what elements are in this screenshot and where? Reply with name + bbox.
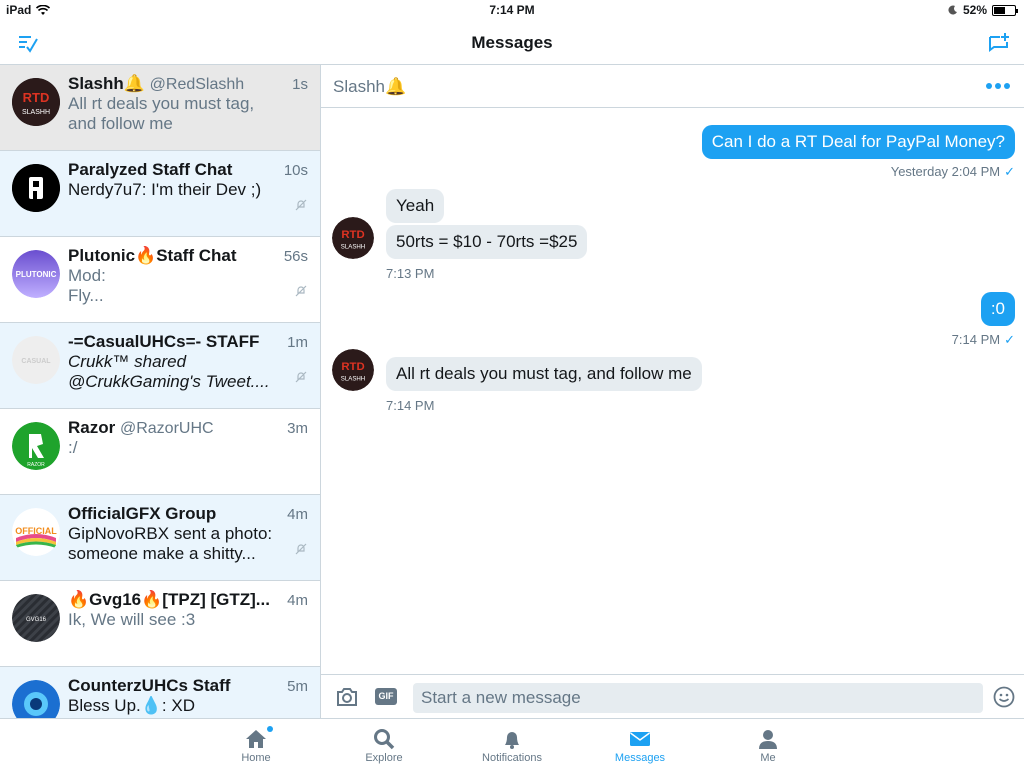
conversation-time: 4m xyxy=(287,506,308,523)
message-input[interactable] xyxy=(413,683,983,713)
conversation-name: Paralyzed Staff Chat xyxy=(68,160,233,179)
incoming-message[interactable]: Yeah xyxy=(386,189,445,223)
tab-bar: Home Explore Notifications Messages Me xyxy=(0,718,1024,768)
conversation-time: 56s xyxy=(283,248,308,265)
read-check-icon: ✓ xyxy=(1004,332,1015,347)
tab-me[interactable]: Me xyxy=(723,719,813,769)
conversation-time: 3m xyxy=(287,420,308,437)
avatar: CASUAL xyxy=(12,336,60,384)
conversation-name: CounterzUHCs Staff xyxy=(68,676,231,695)
new-message-icon[interactable] xyxy=(986,30,1012,56)
muted-icon xyxy=(295,371,307,383)
svg-text:OFFICIAL: OFFICIAL xyxy=(15,526,57,536)
bell-icon xyxy=(505,732,519,749)
svg-text:GVG16: GVG16 xyxy=(26,617,47,623)
avatar: OFFICIAL xyxy=(12,508,60,556)
muted-icon xyxy=(295,543,307,555)
status-bar: iPad 7:14 PM 52% xyxy=(0,0,1024,20)
conversation-time: 10s xyxy=(283,162,308,179)
tab-messages[interactable]: Messages xyxy=(595,719,685,769)
svg-text:RTD: RTD xyxy=(341,361,364,373)
conversation-item[interactable]: CounterzUHCs Staff 5m Bless Up.💧: XD xyxy=(0,667,320,718)
envelope-icon xyxy=(630,732,650,746)
chat-header: Slashh🔔 xyxy=(321,65,1024,108)
avatar: RAZOR xyxy=(12,422,60,470)
svg-text:CASUAL: CASUAL xyxy=(21,358,51,365)
outgoing-message[interactable]: :0 xyxy=(980,292,1015,326)
conversation-item[interactable]: RTD SLASHH Slashh🔔 @RedSlashh 1s All rt … xyxy=(0,65,320,151)
incoming-message[interactable]: All rt deals you must tag, and follow me xyxy=(386,357,702,391)
conversation-item[interactable]: PLUTONIC Plutonic🔥Staff Chat 56s Mod: Fl… xyxy=(0,237,320,323)
svg-text:RTD: RTD xyxy=(23,90,50,105)
conversation-name: -=CasualUHCs=- STAFF xyxy=(68,332,260,351)
battery-icon xyxy=(992,4,1018,16)
conversation-name: Plutonic🔥Staff Chat xyxy=(68,246,237,265)
conversation-time: 5m xyxy=(287,678,308,695)
composer: GIF xyxy=(321,674,1024,718)
incoming-message[interactable]: 50rts = $10 - 70rts =$25 xyxy=(386,225,588,259)
message-timestamp: 7:14 PM xyxy=(386,398,435,413)
emoji-icon[interactable] xyxy=(993,686,1015,708)
message-timestamp: Yesterday 2:04 PM ✓ xyxy=(890,164,1015,179)
svg-text:SLASHH: SLASHH xyxy=(22,109,50,116)
conversation-name: Slashh🔔 @RedSlashh xyxy=(68,74,245,93)
avatar[interactable]: RTD SLASHH xyxy=(332,349,374,391)
conversation-preview: Bless Up.💧: XD xyxy=(68,696,195,715)
svg-text:RTD: RTD xyxy=(341,229,364,241)
search-icon xyxy=(374,729,395,750)
more-options-icon[interactable] xyxy=(986,83,1010,89)
conversation-item[interactable]: GVG16 🔥Gvg16🔥[TPZ] [GTZ]... 4m Ik, We wi… xyxy=(0,581,320,667)
camera-icon[interactable] xyxy=(336,687,358,707)
message-timestamp: 7:14 PM ✓ xyxy=(951,332,1015,347)
conversation-item[interactable]: RAZOR Razor @RazorUHC 3m :/ xyxy=(0,409,320,495)
svg-text:RAZOR: RAZOR xyxy=(27,462,45,468)
conversation-list: RTD SLASHH Slashh🔔 @RedSlashh 1s All rt … xyxy=(0,65,321,718)
chat-title: Slashh🔔 xyxy=(333,77,407,96)
muted-icon xyxy=(295,285,307,297)
conversation-item[interactable]: OFFICIAL OfficialGFX Group 4m GipNovoRBX… xyxy=(0,495,320,581)
tab-explore[interactable]: Explore xyxy=(339,719,429,769)
avatar xyxy=(12,680,60,718)
outgoing-message[interactable]: Can I do a RT Deal for PayPal Money? xyxy=(701,125,1015,159)
conversation-time: 4m xyxy=(287,592,308,609)
svg-text:SLASHH: SLASHH xyxy=(341,244,365,251)
conversation-name: 🔥Gvg16🔥[TPZ] [GTZ]... xyxy=(68,590,270,609)
avatar xyxy=(12,164,60,212)
page-title: Messages xyxy=(471,33,553,52)
tab-notifications[interactable]: Notifications xyxy=(467,719,557,769)
conversation-preview: GipNovoRBX sent a photo: someone make a … xyxy=(68,524,273,563)
conversation-item[interactable]: Paralyzed Staff Chat 10s Nerdy7u7: I'm t… xyxy=(0,151,320,237)
conversation-name: Razor @RazorUHC xyxy=(68,418,214,437)
conversation-preview: Crukk™ shared @CrukkGaming's Tweet.... xyxy=(68,352,270,391)
conversation-preview: Mod: Fly... xyxy=(68,266,106,305)
clock: 7:14 PM xyxy=(489,3,535,17)
nav-bar: Messages xyxy=(0,20,1024,65)
conversation-name: OfficialGFX Group xyxy=(68,504,217,523)
conversation-preview: Nerdy7u7: I'm their Dev ;) xyxy=(68,180,262,199)
avatar: PLUTONIC xyxy=(12,250,60,298)
notification-dot xyxy=(267,726,273,732)
battery-percent: 52% xyxy=(962,3,987,17)
message-timestamp: 7:13 PM xyxy=(386,266,435,281)
gif-button[interactable]: GIF xyxy=(375,688,397,705)
person-icon xyxy=(759,730,777,749)
conversation-time: 1m xyxy=(287,334,308,351)
conversation-item[interactable]: CASUAL -=CasualUHCs=- STAFF 1m Crukk™ sh… xyxy=(0,323,320,409)
conversation-preview: :/ xyxy=(68,438,78,457)
home-icon xyxy=(246,730,266,748)
conversation-preview: All rt deals you must tag, and follow me xyxy=(68,94,255,133)
conversation-time: 1s xyxy=(292,76,308,93)
chat-pane: Slashh🔔 Can I do a RT Deal for PayPal Mo… xyxy=(321,65,1024,718)
read-check-icon: ✓ xyxy=(1004,164,1015,179)
svg-text:PLUTONIC: PLUTONIC xyxy=(16,270,57,279)
muted-icon xyxy=(295,199,307,211)
tab-home[interactable]: Home xyxy=(211,719,301,769)
avatar: RTD SLASHH xyxy=(12,78,60,126)
avatar: GVG16 xyxy=(12,594,60,642)
avatar[interactable]: RTD SLASHH xyxy=(332,217,374,259)
conversation-preview: Ik, We will see :3 xyxy=(68,610,196,629)
svg-text:SLASHH: SLASHH xyxy=(341,376,365,383)
moon-icon xyxy=(948,5,957,15)
